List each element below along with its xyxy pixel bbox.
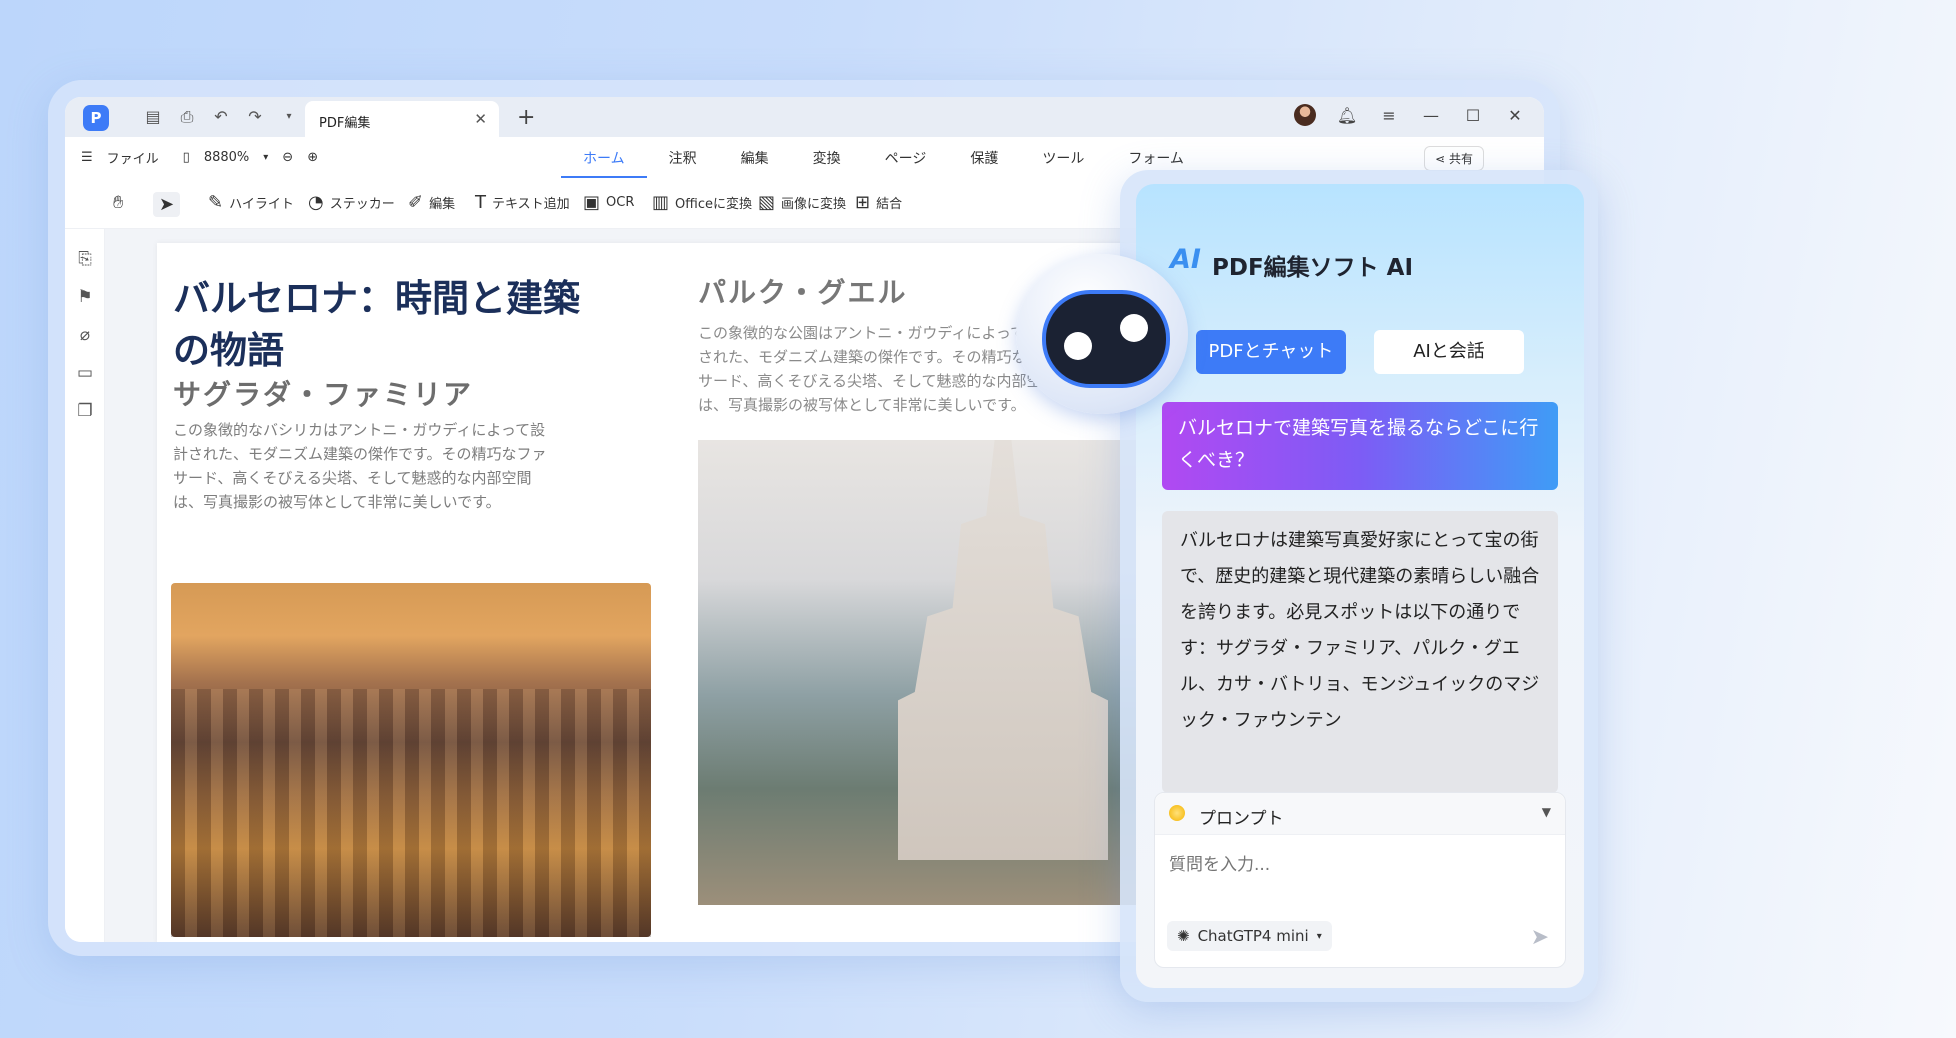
document-tab-title: PDF編集: [319, 116, 371, 131]
cathedral-photo: [698, 440, 1158, 905]
page-title: バルセロナ：時間と建築の物語: [173, 277, 580, 372]
bell-icon[interactable]: 🔔︎: [1336, 106, 1358, 125]
chevron-down-icon: ▼: [1541, 805, 1551, 819]
ribbon-tabs: ホーム 注釈 編集 変換 ページ 保護 ツール フォーム: [561, 148, 1206, 178]
highlight-button[interactable]: ✎ ハイライト: [208, 192, 294, 213]
section2-heading: パルク・グエル: [698, 276, 908, 309]
tab-chat-with-pdf[interactable]: PDFとチャット: [1196, 330, 1346, 374]
attachment-icon[interactable]: ⌀: [74, 325, 96, 347]
print-icon[interactable]: ⎙: [177, 107, 197, 127]
prompt-dropdown[interactable]: プロンプト ▼: [1155, 793, 1565, 835]
close-icon[interactable]: ✕: [1504, 106, 1526, 125]
tab-protect[interactable]: 保護: [948, 148, 1020, 178]
image-icon: ▧: [758, 192, 776, 213]
comment-icon[interactable]: ▭: [74, 363, 96, 385]
robot-mascot: [1016, 254, 1188, 414]
share-icon: ⋖: [1435, 152, 1446, 166]
lightbulb-icon: [1169, 805, 1185, 821]
to-image-label: 画像に変換: [781, 197, 847, 212]
barcelona-city-photo: [171, 583, 651, 937]
app-logo[interactable]: P: [83, 105, 109, 131]
tab-edit[interactable]: 編集: [719, 148, 791, 178]
tab-chat-with-ai[interactable]: AIと会話: [1374, 330, 1524, 374]
section1-heading: サグラダ・ファミリア: [173, 378, 474, 411]
ai-panel-title: PDF編集ソフト AI: [1212, 255, 1414, 281]
to-office-label: Officeに変換: [675, 197, 752, 212]
sticker-label: ステッカー: [329, 197, 395, 212]
share-button[interactable]: ⋖ 共有: [1424, 146, 1484, 171]
share-label: 共有: [1448, 152, 1473, 166]
ocr-icon: ▣: [583, 192, 601, 213]
file-menu[interactable]: ファイル: [107, 148, 159, 167]
title-bar: P ▤ ⎙ ↶ ↷ ▾ PDF編集 ✕ + 🔔︎ ≡ — ☐ ✕: [65, 97, 1544, 137]
add-text-label: テキスト追加: [492, 197, 570, 212]
cathedral-shape: [898, 440, 1108, 860]
close-tab-icon[interactable]: ✕: [474, 110, 487, 128]
thumbnail-icon[interactable]: ⎘: [74, 249, 96, 271]
combine-icon: ⊞: [855, 192, 871, 213]
zoom-value[interactable]: 8880%: [204, 150, 249, 165]
bookmark-icon[interactable]: ⚑: [74, 287, 96, 309]
combine-label: 結合: [876, 197, 903, 212]
to-office-button[interactable]: ▥ Officeに変換: [652, 192, 752, 213]
ocr-button[interactable]: ▣ OCR: [583, 192, 634, 213]
to-image-button[interactable]: ▧ 画像に変換: [758, 192, 846, 213]
model-name: ChatGTP4 mini: [1197, 927, 1309, 945]
highlighter-icon: ✎: [208, 192, 224, 213]
maximize-icon[interactable]: ☐: [1462, 106, 1484, 125]
chevron-down-icon[interactable]: ▾: [279, 107, 299, 127]
chevron-down-icon[interactable]: ▾: [263, 152, 268, 163]
edit-button[interactable]: ✐ 編集: [408, 192, 455, 213]
new-tab-button[interactable]: +: [517, 105, 535, 130]
undo-icon[interactable]: ↶: [211, 107, 231, 127]
hand-icon: ✋︎: [113, 192, 124, 213]
add-text-button[interactable]: T テキスト追加: [475, 192, 570, 213]
document-tab[interactable]: PDF編集 ✕: [305, 101, 499, 137]
ocr-label: OCR: [606, 195, 635, 210]
user-question-bubble: バルセロナで建築写真を撮るならどこに行くべき？: [1162, 402, 1558, 490]
minimize-icon[interactable]: —: [1420, 106, 1442, 125]
prompt-label: プロンプト: [1199, 809, 1284, 829]
ai-assistant-panel: AI PDF編集ソフト AI PDFとチャット AIと会話 バルセロナで建築写真…: [1136, 184, 1584, 988]
zoom-out-icon[interactable]: ⊖: [282, 150, 293, 165]
redo-icon[interactable]: ↷: [245, 107, 265, 127]
tab-tools[interactable]: ツール: [1020, 148, 1106, 178]
ai-answer-bubble: バルセロナは建築写真愛好家にとって宝の街で、歴史的建築と現代建築の素晴らしい融合…: [1162, 511, 1558, 793]
text-icon: T: [475, 192, 486, 213]
page-icon: ▯: [182, 150, 190, 165]
tab-convert[interactable]: 変換: [791, 148, 863, 178]
office-icon: ▥: [652, 192, 670, 213]
prompt-box: プロンプト ▼ ✺ ChatGTP4 mini ▾ ➤: [1154, 792, 1566, 968]
sticker-icon: ◔: [308, 192, 324, 213]
menu-icon[interactable]: ≡: [1378, 106, 1400, 125]
cursor-icon: ➤: [159, 194, 175, 215]
openai-icon: ✺: [1177, 927, 1190, 945]
save-icon[interactable]: ▤: [143, 107, 163, 127]
zoom-in-icon[interactable]: ⊕: [307, 150, 318, 165]
robot-eye-right: [1120, 314, 1148, 342]
chevron-down-icon: ▾: [1316, 930, 1322, 942]
send-icon[interactable]: ➤: [1531, 925, 1549, 950]
tab-annotate[interactable]: 注釈: [647, 148, 719, 178]
edit-label: 編集: [429, 197, 456, 212]
section1-body: この象徴的なバシリカはアントニ・ガウディによって設計された、モダニズム建築の傑作…: [173, 421, 547, 511]
select-tool-button[interactable]: ➤: [153, 192, 181, 217]
robot-visor: [1042, 290, 1170, 388]
hamburger-icon[interactable]: ☰: [81, 150, 93, 165]
tab-home[interactable]: ホーム: [561, 148, 647, 178]
sticker-button[interactable]: ◔ ステッカー: [308, 192, 395, 213]
ai-logo: AI: [1170, 244, 1201, 275]
pages-icon[interactable]: ❐: [74, 401, 96, 423]
hand-tool-button[interactable]: ✋︎: [113, 192, 123, 213]
highlight-label: ハイライト: [229, 197, 294, 212]
tab-page[interactable]: ページ: [863, 148, 949, 178]
question-input[interactable]: [1169, 855, 1549, 875]
model-selector[interactable]: ✺ ChatGTP4 mini ▾: [1167, 921, 1332, 951]
edit-icon: ✐: [408, 192, 424, 213]
section2-body: この象徴的な公園はアントニ・ガウディによって設計された、モダニズム建築の傑作です…: [698, 324, 1057, 414]
left-sidebar: ⎘ ⚑ ⌀ ▭ ❐: [65, 229, 105, 942]
robot-eye-left: [1064, 332, 1092, 360]
avatar[interactable]: [1294, 104, 1316, 126]
combine-button[interactable]: ⊞ 結合: [855, 192, 902, 213]
